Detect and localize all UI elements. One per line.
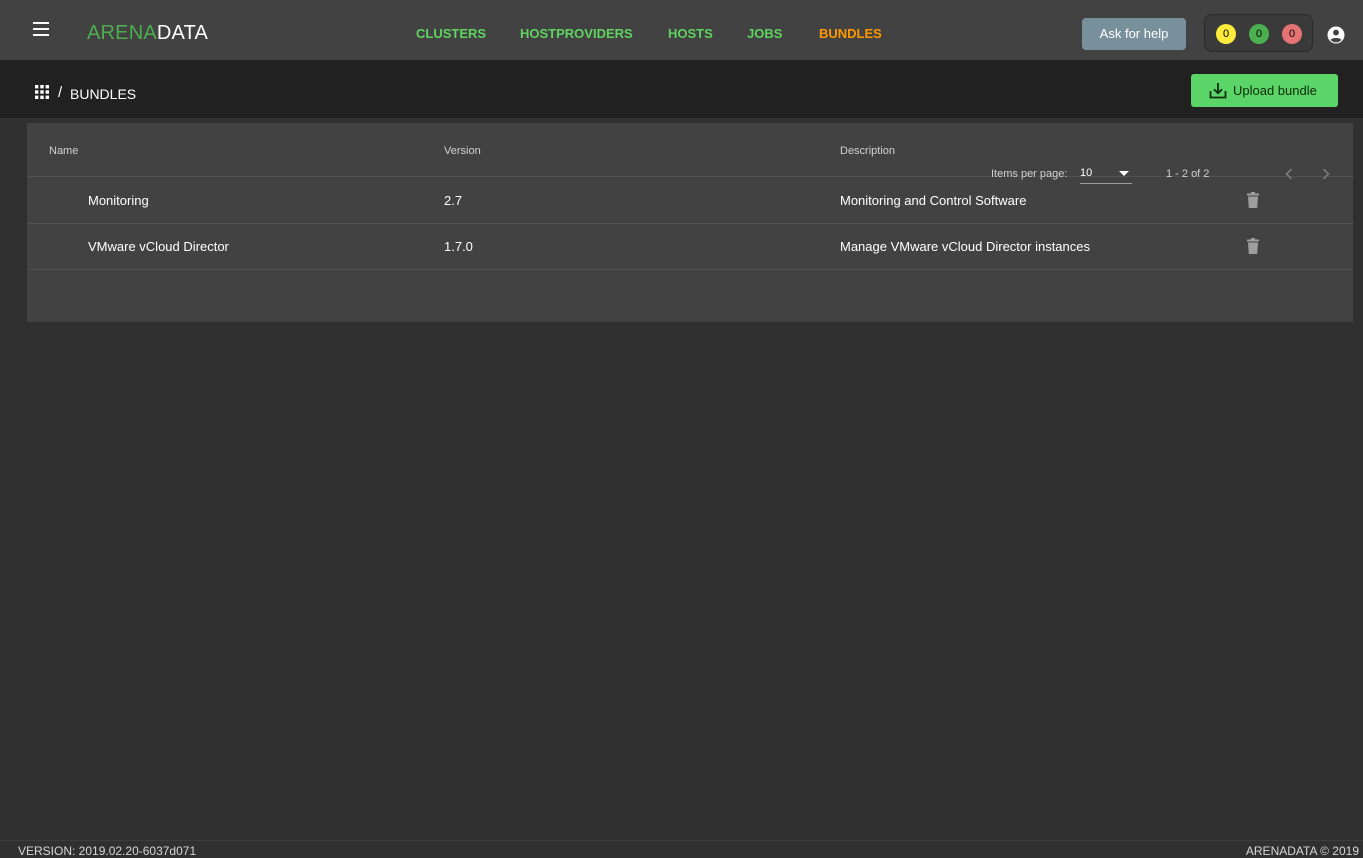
chevron-left-icon[interactable] — [1279, 163, 1299, 185]
bundle-version: 2.7 — [444, 193, 463, 208]
breadcrumb-current: BUNDLES — [70, 86, 137, 102]
bundles-table: Name Version Description Monitoring 2.7 … — [27, 123, 1353, 322]
footer-version: VERSION: 2019.02.20-6037d071 — [18, 844, 197, 858]
nav-link-hostproviders[interactable]: HOSTPROVIDERS — [520, 27, 633, 40]
counter-failed-badge[interactable]: 0 — [1282, 24, 1302, 44]
account-circle-icon[interactable] — [1327, 26, 1345, 44]
nav-link-hosts[interactable]: HOSTS — [668, 27, 713, 40]
counter-success-badge[interactable]: 0 — [1249, 24, 1269, 44]
upload-icon — [1209, 83, 1227, 99]
delete-icon[interactable] — [1247, 238, 1259, 254]
items-per-page-value: 10 — [1080, 167, 1093, 179]
breadcrumb-separator: / — [58, 84, 63, 101]
items-per-page-select[interactable]: 10 — [1080, 162, 1132, 184]
paginator-range: 1 - 2 of 2 — [1166, 168, 1210, 180]
logo-text-arena: ARENA — [87, 22, 157, 44]
chevron-right-icon[interactable] — [1316, 163, 1336, 185]
nav-link-clusters[interactable]: CLUSTERS — [416, 27, 486, 40]
table-row[interactable]: Monitoring 2.7 Monitoring and Control So… — [27, 177, 1353, 224]
page-header — [0, 60, 1363, 118]
table-row[interactable]: VMware vCloud Director 1.7.0 Manage VMwa… — [27, 223, 1353, 270]
column-header-version[interactable]: Version — [444, 145, 481, 157]
nav-link-jobs[interactable]: JOBS — [747, 27, 782, 40]
job-status-counters: 0 0 0 — [1204, 14, 1313, 52]
bundle-name: VMware vCloud Director — [88, 239, 229, 254]
bundle-version: 1.7.0 — [444, 239, 473, 254]
bundle-name: Monitoring — [88, 193, 149, 208]
upload-bundle-button[interactable]: Upload bundle — [1191, 74, 1338, 107]
logo-text-data: DATA — [156, 22, 209, 44]
column-header-description[interactable]: Description — [840, 145, 895, 157]
table-header: Name Version Description — [27, 123, 1353, 177]
bundle-description: Monitoring and Control Software — [840, 193, 1027, 208]
nav-link-bundles[interactable]: BUNDLES — [819, 27, 882, 40]
counter-running-badge[interactable]: 0 — [1216, 24, 1236, 44]
ask-for-help-button[interactable]: Ask for help — [1082, 18, 1186, 50]
footer-copyright: ARENADATA © 2019 — [1245, 844, 1359, 858]
chevron-down-icon — [1119, 171, 1129, 176]
delete-icon[interactable] — [1247, 192, 1259, 208]
items-per-page-label: Items per page: — [991, 168, 1068, 180]
apps-icon[interactable] — [35, 85, 49, 99]
upload-bundle-label: Upload bundle — [1233, 83, 1317, 98]
menu-icon[interactable] — [30, 20, 54, 40]
bundle-description: Manage VMware vCloud Director instances — [840, 239, 1090, 254]
footer-divider — [0, 840, 1363, 841]
column-header-name[interactable]: Name — [49, 145, 78, 157]
app-logo[interactable]: ARENADATA — [87, 23, 208, 43]
